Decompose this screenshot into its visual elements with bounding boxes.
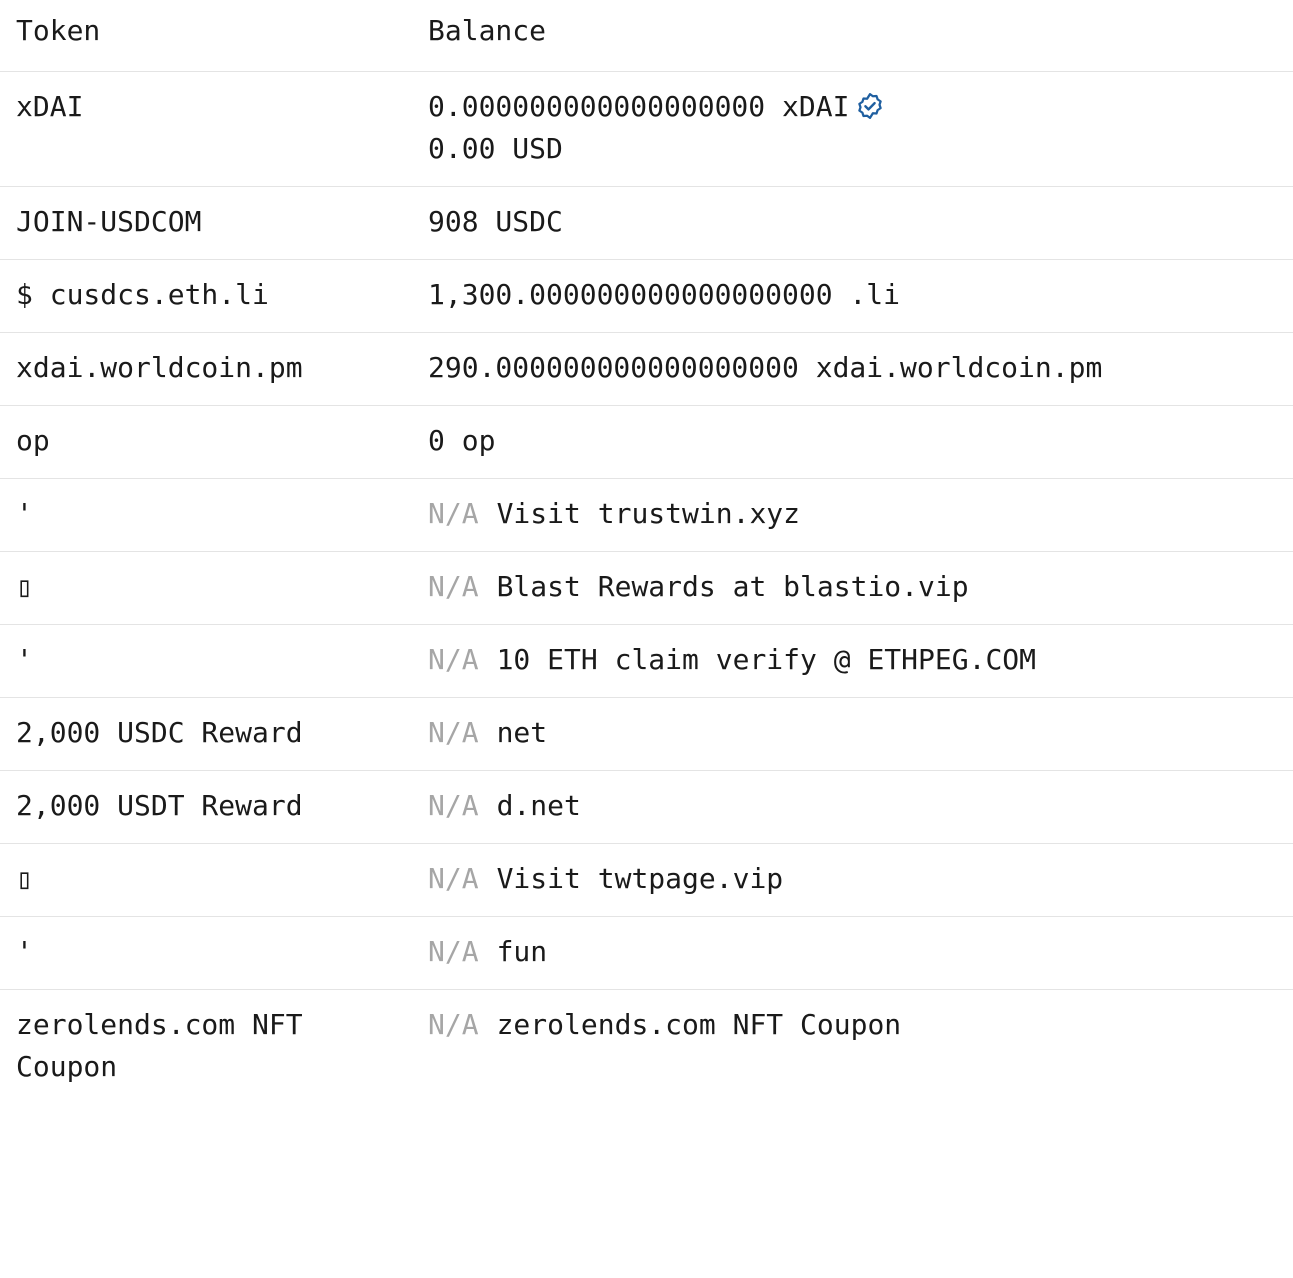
token-name[interactable]: ' (0, 493, 428, 535)
token-name[interactable]: op (0, 420, 428, 462)
table-row: JOIN-USDCOM 908 USDC (0, 187, 1293, 260)
table-row: xDAI 0.000000000000000000 xDAI 0.00 USD (0, 72, 1293, 187)
token-name[interactable]: ▯ (0, 566, 428, 608)
table-row: ' N/A Visit trustwin.xyz (0, 479, 1293, 552)
token-name[interactable]: ▯ (0, 858, 428, 900)
token-name[interactable]: zerolends.com NFT Coupon (0, 1004, 428, 1088)
na-label: N/A (428, 497, 479, 530)
token-balance: 0 op (428, 424, 496, 457)
table-row: ' N/A fun (0, 917, 1293, 990)
token-balance: N/A Blast Rewards at blastio.vip (428, 566, 1293, 608)
token-balance: N/A Visit twtpage.vip (428, 858, 1293, 900)
token-name[interactable]: xdai.worldcoin.pm (0, 347, 428, 389)
token-balance: N/A zerolends.com NFT Coupon (428, 1004, 1293, 1088)
na-label: N/A (428, 570, 479, 603)
token-name[interactable]: ' (0, 931, 428, 973)
na-label: N/A (428, 643, 479, 676)
balance-usd: 0.00 USD (428, 132, 563, 165)
table-row: ▯ N/A Visit twtpage.vip (0, 844, 1293, 917)
balance-text: Blast Rewards at blastio.vip (496, 570, 969, 603)
token-balance: 0.000000000000000000 xDAI 0.00 USD (428, 86, 1293, 170)
balance-text: Visit trustwin.xyz (496, 497, 801, 530)
token-name[interactable]: $ cusdcs.eth.li (0, 274, 428, 316)
table-row: ▯ N/A Blast Rewards at blastio.vip (0, 552, 1293, 625)
token-balance-table: Token Balance xDAI 0.000000000000000000 … (0, 0, 1293, 1104)
token-name[interactable]: 2,000 USDC Reward (0, 712, 428, 754)
table-header: Token Balance (0, 0, 1293, 72)
token-balance: 908 USDC (428, 205, 563, 238)
table-row: op 0 op (0, 406, 1293, 479)
token-balance: N/A 10 ETH claim verify @ ETHPEG.COM (428, 639, 1293, 681)
table-row: ' N/A 10 ETH claim verify @ ETHPEG.COM (0, 625, 1293, 698)
token-name[interactable]: xDAI (0, 86, 428, 170)
table-row: 2,000 USDT Reward N/A d.net (0, 771, 1293, 844)
balance-text: fun (496, 935, 548, 968)
balance-text: zerolends.com NFT Coupon (496, 1008, 902, 1041)
balance-text: 10 ETH claim verify @ ETHPEG.COM (496, 643, 1037, 676)
table-row: $ cusdcs.eth.li 1,300.000000000000000000… (0, 260, 1293, 333)
token-balance: N/A net (428, 712, 1293, 754)
balance-amount: 0.000000000000000000 xDAI (428, 90, 850, 123)
token-balance: 1,300.000000000000000000 .li (428, 278, 901, 311)
balance-text: d.net (496, 789, 581, 822)
verified-badge-icon (855, 91, 885, 121)
token-balance: N/A fun (428, 931, 1293, 973)
token-balance: 290.000000000000000000 xdai.worldcoin.pm (428, 351, 1103, 384)
table-row: zerolends.com NFT Coupon N/A zerolends.co… (0, 990, 1293, 1104)
token-name[interactable]: ' (0, 639, 428, 681)
token-balance: N/A d.net (428, 785, 1293, 827)
column-header-balance: Balance (428, 14, 547, 47)
na-label: N/A (428, 1008, 479, 1041)
na-label: N/A (428, 789, 479, 822)
table-row: xdai.worldcoin.pm 290.000000000000000000… (0, 333, 1293, 406)
na-label: N/A (428, 862, 479, 895)
token-name[interactable]: JOIN-USDCOM (0, 201, 428, 243)
na-label: N/A (428, 935, 479, 968)
na-label: N/A (428, 716, 479, 749)
balance-text: Visit twtpage.vip (496, 862, 784, 895)
token-name[interactable]: 2,000 USDT Reward (0, 785, 428, 827)
column-header-token: Token (16, 14, 101, 47)
balance-text: net (496, 716, 548, 749)
token-balance: N/A Visit trustwin.xyz (428, 493, 1293, 535)
table-row: 2,000 USDC Reward N/A net (0, 698, 1293, 771)
